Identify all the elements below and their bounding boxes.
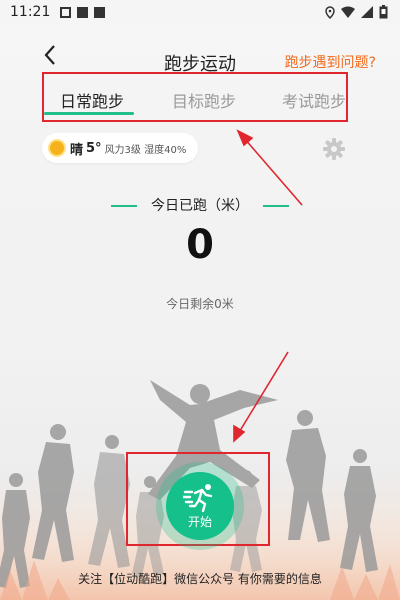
start-button[interactable]: 开始 (166, 472, 234, 540)
running-person-icon (183, 483, 213, 512)
status-time: 11:21 (10, 4, 51, 20)
remaining-distance: 今日剩余0米 (166, 297, 234, 311)
sun-icon (50, 141, 64, 155)
signal-icon (361, 6, 373, 18)
running-screen: 11:21 跑步运动 跑步遇到问题? 日常跑步 目标跑步 考试跑步 晴 5° 风… (0, 0, 400, 600)
battery-icon (379, 5, 388, 19)
active-tab-indicator (44, 112, 134, 115)
weather-condition: 晴 (70, 142, 84, 158)
divider-line (110, 205, 137, 207)
notification-icon (77, 6, 89, 18)
help-link[interactable]: 跑步遇到问题? (285, 52, 376, 72)
header: 跑步运动 跑步遇到问题? (0, 36, 400, 76)
today-distance-label: 今日已跑（米） (151, 198, 249, 214)
today-distance-value: 0 (186, 222, 214, 268)
weather-details: 风力3级 湿度40% (104, 144, 187, 156)
divider-line (263, 205, 290, 207)
tab-target-run[interactable]: 目标跑步 (172, 88, 236, 112)
wechat-follow-tip: 关注【位动酷跑】微信公众号 有你需要的信息 (78, 572, 322, 586)
tab-bar: 日常跑步 目标跑步 考试跑步 (42, 72, 348, 122)
tab-exam-run[interactable]: 考试跑步 (282, 88, 346, 112)
settings-button[interactable] (322, 137, 346, 161)
tab-daily-run[interactable]: 日常跑步 (60, 88, 124, 112)
notification-icon (60, 6, 72, 18)
location-icon (325, 5, 335, 19)
start-button-label: 开始 (187, 514, 212, 529)
gear-icon (323, 138, 345, 160)
weather-temperature: 5° (86, 140, 102, 156)
status-bar: 11:21 (0, 0, 400, 24)
today-distance-label-row: 今日已跑（米） (0, 195, 400, 215)
status-icons (325, 5, 388, 19)
notification-icon (94, 6, 106, 18)
weather-badge: 晴 5° 风力3级 湿度40% (42, 133, 199, 163)
wifi-icon (341, 6, 355, 18)
